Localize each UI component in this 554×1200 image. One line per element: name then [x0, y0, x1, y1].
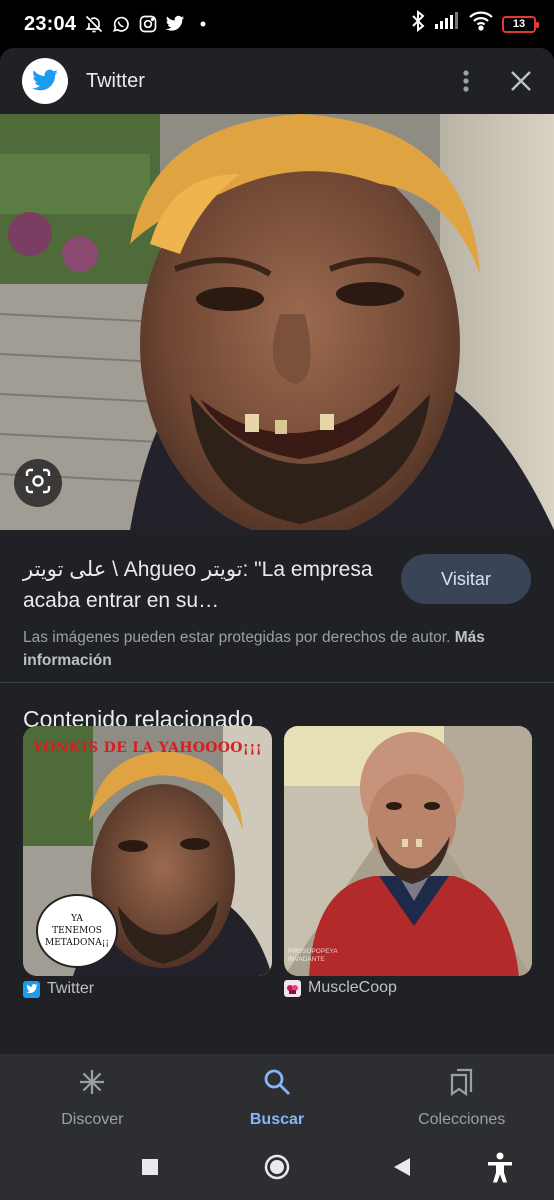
card-source-label: Twitter [47, 980, 95, 997]
nav-buscar[interactable]: Buscar [185, 1054, 370, 1138]
card-source-2[interactable]: MuscleCoop [284, 979, 397, 997]
wifi-icon [469, 11, 493, 37]
related-card-1[interactable]: YONKIS DE LA YAHOOOO¡¡¡ YA TENEMOS METAD… [23, 726, 272, 976]
notification-icons [84, 14, 206, 34]
instagram-icon [138, 14, 158, 34]
nav-label: Buscar [249, 1111, 305, 1128]
nav-label: Colecciones [418, 1111, 506, 1128]
home-icon[interactable] [264, 1154, 290, 1180]
card-source-label: MuscleCoop [308, 979, 397, 996]
status-time: 23:04 [24, 12, 77, 35]
card-banner: YONKIS DE LA YAHOOOO¡¡¡ [32, 740, 263, 756]
bluetooth-icon [411, 9, 425, 38]
nav-colecciones[interactable]: Colecciones [369, 1054, 554, 1138]
copyright-note: Las imágenes pueden estar protegidas por… [23, 626, 533, 672]
twitter-icon [23, 980, 40, 998]
speech-bubble-text: YA TENEMOS METADONA¡¡ [45, 914, 109, 948]
signal-icon [434, 12, 460, 36]
visit-button[interactable]: Visitar [401, 554, 531, 604]
status-bar: 23:04 13 [0, 0, 554, 48]
search-icon [263, 1068, 291, 1101]
twitter-bird-icon [22, 58, 68, 104]
card-watermark: PROSOPOPEYA INVADANTE [288, 948, 338, 963]
musclecoop-icon [284, 979, 301, 997]
speech-bubble: YA TENEMOS METADONA¡¡ [36, 894, 118, 968]
recents-icon[interactable] [141, 1158, 159, 1176]
accessibility-icon[interactable] [486, 1152, 514, 1184]
sheet-header: Twitter [0, 48, 554, 114]
main-image[interactable] [0, 114, 554, 530]
nav-discover[interactable]: Discover [0, 1054, 185, 1138]
bell-off-icon [84, 14, 104, 34]
more-vert-icon[interactable] [462, 69, 470, 93]
asterisk-icon [78, 1068, 106, 1101]
system-icons: 13 [411, 9, 539, 38]
twitter-icon [165, 15, 185, 33]
bottom-nav: Discover Buscar Colecciones [0, 1054, 554, 1138]
battery-icon: 13 [502, 15, 539, 33]
whatsapp-icon [111, 14, 131, 34]
result-title[interactable]: على تويتر \ Ahgueo تويتر: "La empresa ac… [23, 554, 373, 616]
sheet-title: Twitter [86, 69, 145, 92]
divider [0, 682, 554, 683]
copyright-text: Las imágenes pueden estar protegidas por… [23, 629, 451, 646]
lens-button[interactable] [14, 459, 62, 507]
dot-icon [200, 21, 206, 27]
back-icon[interactable] [393, 1157, 411, 1177]
card-source-1[interactable]: Twitter [23, 980, 94, 998]
system-nav-bar [0, 1138, 554, 1200]
nav-label: Discover [61, 1111, 124, 1128]
related-card-2[interactable]: PROSOPOPEYA INVADANTE [284, 726, 532, 976]
lens-icon [25, 468, 51, 499]
collections-icon [449, 1068, 475, 1101]
close-icon[interactable] [510, 70, 532, 92]
